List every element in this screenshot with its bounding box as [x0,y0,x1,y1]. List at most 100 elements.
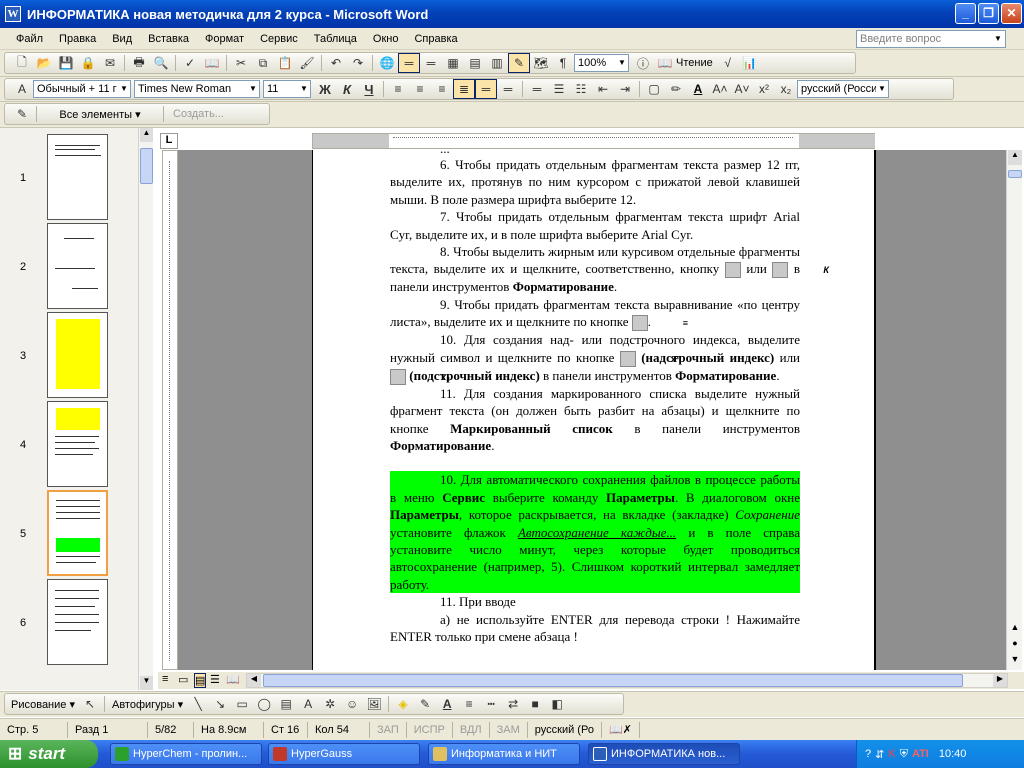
format-painter-icon[interactable]: 🖌 [296,53,318,73]
redo-icon[interactable]: ↷ [347,53,369,73]
help-icon[interactable]: ? [865,748,871,760]
italic-button[interactable]: К [336,79,358,99]
status-trk[interactable]: ИСПР [407,721,453,738]
clipart-icon[interactable]: ☺ [341,694,363,714]
line-color-icon[interactable]: ✎ [414,694,436,714]
tab-selector[interactable]: L [160,133,178,149]
email-icon[interactable]: ✉ [99,53,121,73]
status-rec[interactable]: ЗАП [370,721,407,738]
columns-icon[interactable]: ▥ [486,53,508,73]
horizontal-scrollbar[interactable]: ◀ ▶ [246,673,1008,688]
vertical-scrollbar[interactable]: ▲ ▲ ● ▼ [1006,150,1022,670]
line-icon[interactable]: ═ [526,79,548,99]
undo-icon[interactable]: ↶ [325,53,347,73]
read-icon[interactable]: 📖 [654,53,676,73]
status-ext[interactable]: ВДЛ [453,721,490,738]
wordart-icon[interactable]: A [297,694,319,714]
taskbar-item[interactable]: HyperGauss [268,743,420,765]
language-select[interactable]: русский (Росси ▼ [797,80,889,98]
line-icon[interactable]: ╲ [187,694,209,714]
underline-button[interactable]: Ч [358,79,380,99]
increase-indent-icon[interactable]: ⇥ [614,79,636,99]
normal-view-icon[interactable]: ≡ [162,673,168,685]
picture-icon[interactable]: 🖼 [363,694,385,714]
vertical-ruler[interactable] [162,150,178,670]
font-color-icon[interactable]: A [687,79,709,99]
arrow-icon[interactable]: ↘ [209,694,231,714]
zoom-select[interactable]: 100% ▼ [574,54,629,72]
menu-help[interactable]: Справка [406,29,465,49]
outline-view-icon[interactable]: ☰ [210,673,220,686]
taskbar-item[interactable]: Информатика и НИТ [428,743,580,765]
paste-icon[interactable]: 📋 [274,53,296,73]
save-icon[interactable]: 💾 [55,53,77,73]
thumbnail-page-3[interactable] [47,312,108,398]
help-icon[interactable]: ⓘ [632,53,654,73]
style-select[interactable]: Обычный + 11 г ▼ [33,80,131,98]
scroll-right-icon[interactable]: ▶ [993,674,1007,687]
decrease-indent-icon[interactable]: ⇤ [592,79,614,99]
cut-icon[interactable]: ✂ [230,53,252,73]
antivirus-icon[interactable]: K [888,748,895,760]
tables-borders-icon[interactable]: ═ [420,53,442,73]
menu-file[interactable]: Файл [8,29,51,49]
status-ovr[interactable]: ЗАМ [490,721,528,738]
show-elements-dropdown[interactable]: Все элементы ▾ [40,108,160,121]
scroll-thumb[interactable] [263,674,963,687]
thumbnail-page-4[interactable] [47,401,108,487]
network-icon[interactable]: ⇵ [875,748,884,761]
dash-style-icon[interactable]: ┅ [480,694,502,714]
align-center-icon[interactable]: ≡ [409,79,431,99]
diagram-icon[interactable]: ✲ [319,694,341,714]
rectangle-icon[interactable]: ▭ [231,694,253,714]
numbering-icon[interactable]: ☰ [548,79,570,99]
status-language[interactable]: русский (Ро [528,721,602,738]
menu-insert[interactable]: Вставка [140,29,197,49]
bullets-icon[interactable]: ☷ [570,79,592,99]
font-select[interactable]: Times New Roman ▼ [134,80,260,98]
align-right-icon[interactable]: ≡ [431,79,453,99]
border-icon[interactable]: ▢ [643,79,665,99]
minimize-button[interactable]: _ [955,3,976,24]
thumbnail-page-6[interactable] [47,579,108,665]
fill-color-icon[interactable]: ◈ [392,694,414,714]
chevron-down-icon[interactable]: ▼ [247,81,259,97]
menu-edit[interactable]: Правка [51,29,104,49]
scroll-up-icon[interactable]: ▲ [140,128,153,142]
chevron-down-icon[interactable]: ▼ [876,81,888,97]
equation-icon[interactable]: √ [717,53,739,73]
oval-icon[interactable]: ◯ [253,694,275,714]
word-app-icon[interactable]: W [5,6,21,22]
taskbar-item[interactable]: HyperChem - пролин... [110,743,262,765]
spelling-status-icon[interactable]: 📖✗ [602,721,640,738]
chevron-down-icon[interactable]: ▼ [616,55,628,71]
menu-tools[interactable]: Сервис [252,29,306,49]
draw-menu[interactable]: Рисование ▾ [11,698,79,711]
textbox-icon[interactable]: ▤ [275,694,297,714]
font-size-select[interactable]: 11 ▼ [263,80,311,98]
styles-icon[interactable]: A [11,79,33,99]
document-text[interactable]: ... 6. Чтобы придать отдельным фрагмента… [390,150,829,645]
copy-icon[interactable]: ⧉ [252,53,274,73]
ati-icon[interactable]: ATI [912,748,929,760]
scroll-down-icon[interactable]: ▼ [140,676,153,690]
research-icon[interactable]: 📖 [201,53,223,73]
web-view-icon[interactable]: ▭ [178,673,188,686]
superscript-icon[interactable]: x² [753,79,775,99]
3d-icon[interactable]: ◧ [546,694,568,714]
scroll-thumb[interactable] [140,148,153,184]
browse-object-icon[interactable]: ● [1008,638,1022,652]
next-page-icon[interactable]: ▼ [1008,654,1022,668]
shield-icon[interactable]: ⛨ [900,748,908,761]
line-spacing-icon[interactable]: ═ [497,79,519,99]
document-page[interactable]: ... 6. Чтобы придать отдельным фрагмента… [312,150,876,670]
new-document-icon[interactable]: 🗋 [11,53,33,73]
menu-window[interactable]: Окно [365,29,407,49]
document-area[interactable]: ... 6. Чтобы придать отдельным фрагмента… [178,150,1006,670]
menu-format[interactable]: Формат [197,29,252,49]
chevron-down-icon[interactable]: ▼ [298,81,310,97]
close-button[interactable]: ✕ [1001,3,1022,24]
permission-icon[interactable]: 🔒 [77,53,99,73]
align-left-icon[interactable]: ≡ [387,79,409,99]
bold-button[interactable]: Ж [314,79,336,99]
